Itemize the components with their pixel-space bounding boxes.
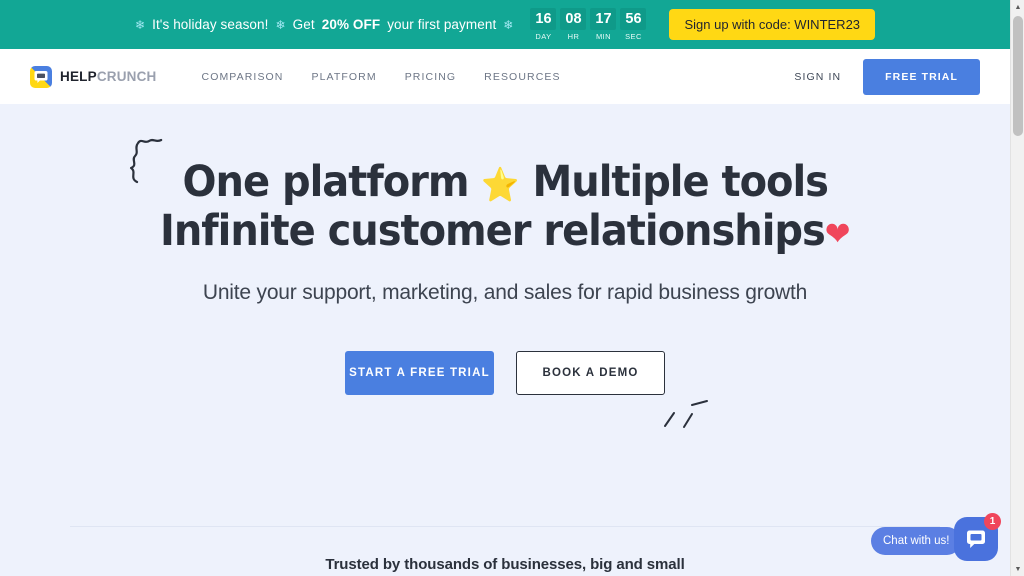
countdown-label-day: DAY [535, 32, 552, 41]
book-a-demo-button[interactable]: BOOK A DEMO [516, 350, 665, 395]
promo-message: ❄ It's holiday season! ❄ Get 20% OFF you… [135, 17, 514, 32]
scroll-up-arrow-icon[interactable]: ▲ [1011, 0, 1024, 14]
scrollbar-thumb[interactable] [1013, 16, 1023, 136]
nav-item-platform[interactable]: PLATFORM [312, 71, 377, 83]
headline-part-1: One platform [182, 157, 469, 207]
chat-unread-badge: 1 [984, 513, 1001, 530]
promo-text-get: Get [292, 17, 315, 32]
nav-actions: SIGN IN FREE TRIAL [794, 58, 980, 95]
nav-links: COMPARISON PLATFORM PRICING RESOURCES [202, 71, 561, 83]
page-content: ❄ It's holiday season! ❄ Get 20% OFF you… [0, 0, 1010, 576]
helpcrunch-logo-icon [30, 65, 52, 88]
countdown-value-hr: 08 [560, 8, 587, 30]
chat-prompt-bubble[interactable]: Chat with us! [871, 527, 967, 555]
headline-part-3: Infinite customer relationships [159, 206, 826, 257]
main-navbar: HELPCRUNCH COMPARISON PLATFORM PRICING R… [0, 49, 1010, 104]
countdown-label-hr: HR [567, 32, 580, 41]
vertical-scrollbar[interactable]: ▲ ▼ [1010, 0, 1024, 576]
squiggle-doodle-icon [125, 130, 165, 197]
snowflake-icon: ❄ [503, 17, 514, 32]
hero-section: One platform ⭐ Multiple tools Infinite c… [0, 104, 1010, 428]
spark-doodle-icon [659, 390, 713, 437]
trusted-heading: Trusted by thousands of businesses, big … [325, 556, 685, 573]
logo-text: HELPCRUNCH [60, 69, 157, 84]
countdown-unit-min: 17 MIN [590, 8, 617, 41]
headline-part-2: Multiple tools [532, 157, 828, 207]
promo-text-payment: your first payment [387, 17, 497, 32]
nav-item-pricing[interactable]: PRICING [405, 71, 456, 83]
countdown-value-min: 17 [590, 8, 617, 30]
hero-cta-row: START A FREE TRIAL BOOK A DEMO [0, 350, 1010, 428]
snowflake-icon: ❄ [275, 17, 286, 32]
start-free-trial-button[interactable]: START A FREE TRIAL [345, 350, 494, 395]
free-trial-button[interactable]: FREE TRIAL [863, 58, 980, 95]
countdown-unit-hr: 08 HR [560, 8, 587, 41]
countdown-timer: 16 DAY 08 HR 17 MIN 56 SEC [530, 8, 647, 41]
countdown-value-sec: 56 [620, 8, 647, 30]
promo-discount: 20% OFF [321, 17, 381, 32]
logo-text-help: HELP [60, 69, 97, 84]
chat-bubble-icon [967, 530, 985, 548]
nav-item-resources[interactable]: RESOURCES [484, 71, 560, 83]
nav-item-comparison[interactable]: COMPARISON [202, 71, 284, 83]
snowflake-icon: ❄ [134, 17, 146, 32]
section-divider [70, 526, 940, 527]
star-emoji-icon: ⭐ [481, 165, 520, 204]
promo-banner: ❄ It's holiday season! ❄ Get 20% OFF you… [0, 0, 1010, 49]
countdown-unit-sec: 56 SEC [620, 8, 647, 41]
countdown-label-sec: SEC [625, 32, 642, 41]
logo-text-crunch: CRUNCH [96, 69, 157, 84]
sign-in-link[interactable]: SIGN IN [794, 71, 841, 83]
countdown-label-min: MIN [595, 32, 611, 41]
page-title: One platform ⭐ Multiple tools Infinite c… [129, 138, 851, 257]
heart-emoji-icon: ❤ [824, 214, 851, 254]
promo-text-holiday: It's holiday season! [152, 17, 269, 32]
countdown-value-day: 16 [530, 8, 557, 30]
hero-subheadline: Unite your support, marketing, and sales… [202, 280, 808, 304]
browser-viewport: ❄ It's holiday season! ❄ Get 20% OFF you… [0, 0, 1024, 576]
scroll-down-arrow-icon[interactable]: ▼ [1011, 562, 1024, 576]
logo[interactable]: HELPCRUNCH [30, 65, 157, 88]
countdown-unit-day: 16 DAY [530, 8, 557, 41]
promo-signup-button[interactable]: Sign up with code: WINTER23 [669, 9, 876, 40]
